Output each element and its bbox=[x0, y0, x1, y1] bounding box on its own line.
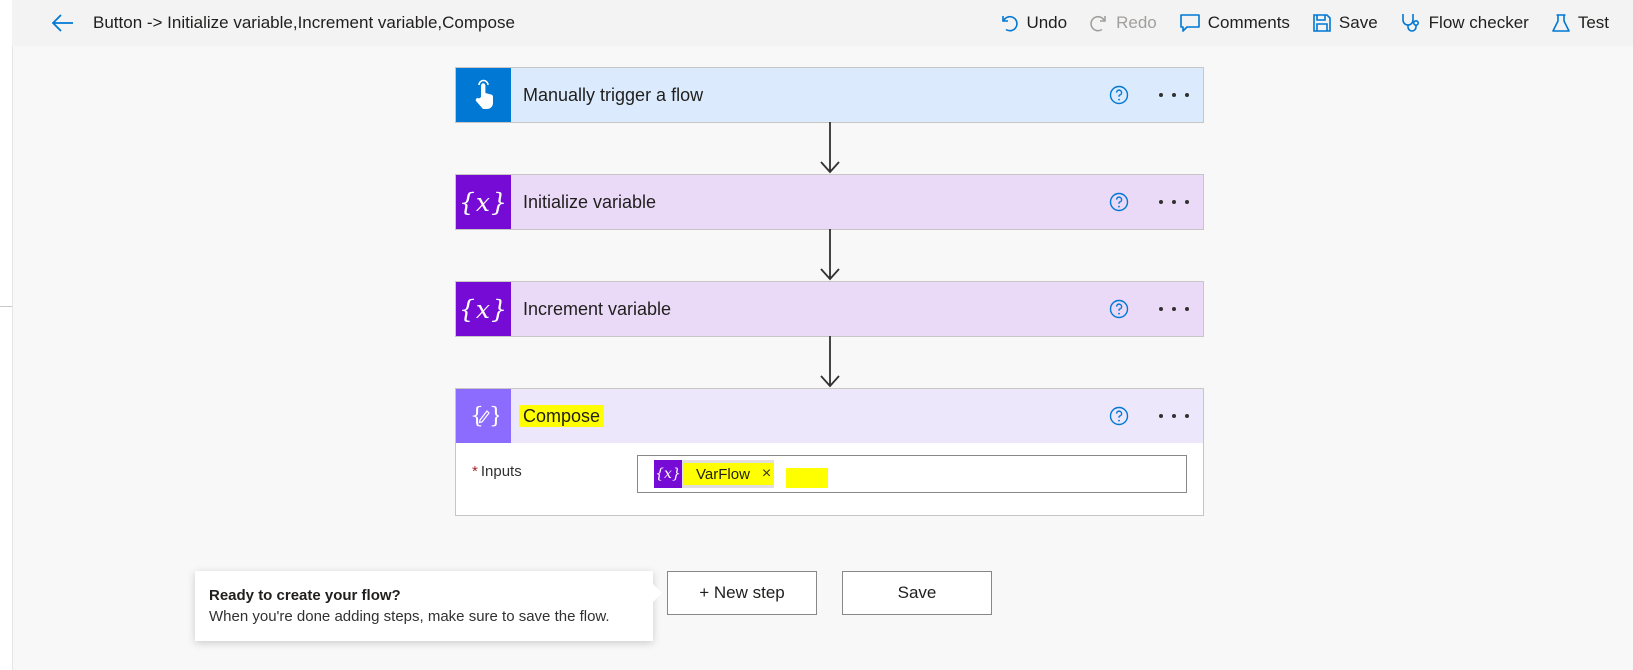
save-toolbar-label: Save bbox=[1338, 13, 1378, 32]
more-options-icon[interactable] bbox=[1159, 406, 1189, 426]
step-header[interactable]: {x} Initialize variable bbox=[456, 175, 1203, 229]
help-icon[interactable] bbox=[1109, 192, 1129, 212]
undo-icon bbox=[1002, 15, 1019, 32]
connector-arrow bbox=[820, 122, 840, 174]
flow-title: Button -> Initialize variable,Increment … bbox=[93, 13, 515, 32]
svg-text:}: } bbox=[489, 404, 499, 429]
step-title: Increment variable bbox=[523, 298, 672, 319]
step-card-initialize-variable: {x} Initialize variable bbox=[455, 174, 1204, 230]
left-edge-panel bbox=[0, 0, 13, 670]
compose-icon: { } bbox=[456, 389, 511, 443]
redo-icon bbox=[1090, 15, 1106, 32]
save-icon bbox=[1313, 14, 1331, 32]
connector-arrow bbox=[820, 336, 840, 388]
test-button[interactable]: Test bbox=[1551, 13, 1609, 33]
svg-text:{: { bbox=[470, 404, 484, 429]
stethoscope-icon bbox=[1401, 14, 1419, 32]
help-icon[interactable] bbox=[1109, 85, 1129, 105]
save-toolbar-button[interactable]: Save bbox=[1312, 13, 1378, 33]
highlight-mark bbox=[786, 468, 828, 488]
step-card-compose: { } Compose *Inputs {x} VarFlow × bbox=[455, 388, 1204, 516]
step-header[interactable]: { } Compose bbox=[456, 389, 1203, 443]
save-reminder-callout: Ready to create your flow? When you're d… bbox=[195, 571, 662, 641]
undo-label: Undo bbox=[1026, 13, 1068, 32]
callout-title: Ready to create your flow? bbox=[209, 587, 401, 604]
step-header[interactable]: {x} Increment variable bbox=[456, 282, 1203, 336]
flow-checker-button[interactable]: Flow checker bbox=[1400, 12, 1529, 34]
remove-token-icon[interactable]: × bbox=[762, 465, 771, 483]
inputs-label: * Inputs bbox=[472, 463, 522, 480]
compose-body: * Inputs {x} VarFlow × bbox=[456, 443, 1203, 515]
step-title: Compose bbox=[519, 404, 605, 427]
more-options-icon[interactable] bbox=[1159, 299, 1189, 319]
comments-button[interactable]: Comments bbox=[1179, 13, 1290, 33]
back-arrow-icon bbox=[52, 14, 73, 32]
variable-icon: {x} bbox=[654, 460, 682, 488]
toolbar: Undo Redo Comments Save Flow checker Tes… bbox=[977, 9, 1609, 37]
help-icon[interactable] bbox=[1109, 406, 1129, 426]
help-icon[interactable] bbox=[1109, 299, 1129, 319]
redo-button[interactable]: Redo bbox=[1089, 13, 1157, 33]
redo-label: Redo bbox=[1116, 13, 1157, 32]
token-label: VarFlow × bbox=[684, 463, 774, 485]
test-label: Test bbox=[1577, 13, 1609, 32]
step-title: Manually trigger a flow bbox=[523, 84, 704, 105]
step-card-manual-trigger: Manually trigger a flow bbox=[455, 67, 1204, 123]
required-mark: * bbox=[472, 463, 478, 480]
more-options-icon[interactable] bbox=[1159, 85, 1189, 105]
more-options-icon[interactable] bbox=[1159, 192, 1189, 212]
variable-icon: {x} bbox=[456, 282, 511, 336]
step-header[interactable]: Manually trigger a flow bbox=[456, 68, 1203, 122]
flow-checker-label: Flow checker bbox=[1428, 13, 1529, 32]
comments-label: Comments bbox=[1207, 13, 1290, 32]
back-button[interactable] bbox=[50, 10, 76, 36]
dynamic-content-token[interactable]: {x} VarFlow × bbox=[654, 460, 774, 488]
undo-button[interactable]: Undo bbox=[999, 13, 1067, 33]
comment-icon bbox=[1179, 14, 1200, 32]
inputs-field[interactable]: {x} VarFlow × bbox=[637, 455, 1187, 493]
header-bar: Button -> Initialize variable,Increment … bbox=[12, 0, 1633, 46]
new-step-button[interactable]: + New step bbox=[667, 571, 817, 615]
variable-icon: {x} bbox=[456, 175, 511, 229]
step-title: Initialize variable bbox=[523, 191, 657, 212]
step-card-increment-variable: {x} Increment variable bbox=[455, 281, 1204, 337]
connector-arrow bbox=[820, 229, 840, 281]
touch-icon bbox=[456, 68, 511, 122]
flask-icon bbox=[1552, 14, 1570, 32]
left-edge-divider bbox=[0, 306, 12, 307]
callout-text: When you're done adding steps, make sure… bbox=[209, 608, 610, 625]
highlighted-title: Compose bbox=[519, 404, 605, 427]
save-button[interactable]: Save bbox=[842, 571, 992, 615]
